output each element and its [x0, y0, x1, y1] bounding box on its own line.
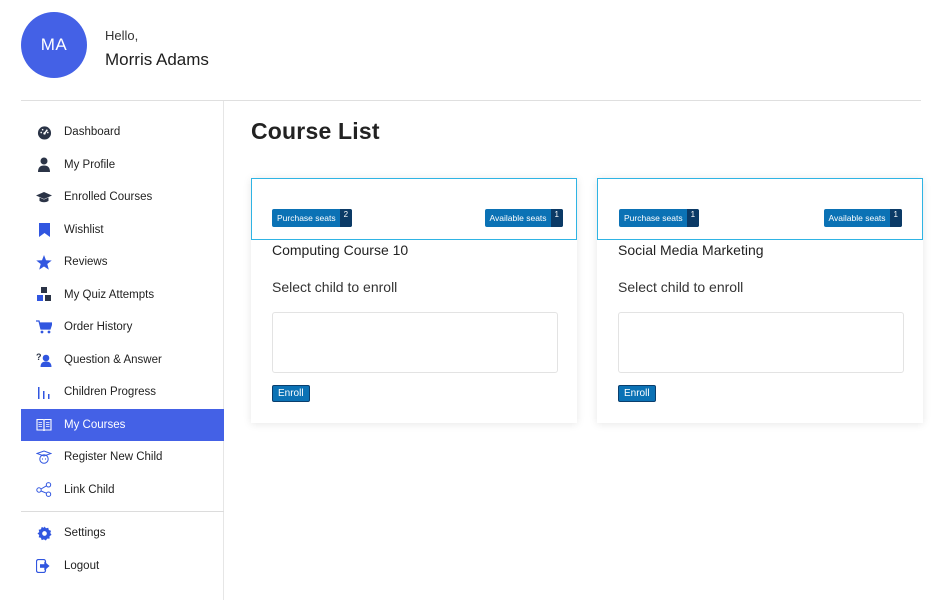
- sidebar-item-label: Reviews: [64, 256, 108, 269]
- bookmark-icon: [36, 222, 52, 238]
- question-answer-icon: ?: [36, 352, 52, 368]
- sidebar-item-register-new-child[interactable]: Register New Child: [21, 441, 224, 474]
- sidebar-item-reviews[interactable]: Reviews: [21, 246, 224, 279]
- enroll-button[interactable]: Enroll: [272, 385, 310, 402]
- course-card-header: Purchase seats 2 Available seats 1: [251, 178, 577, 240]
- sidebar-item-order-history[interactable]: Order History: [21, 311, 224, 344]
- sidebar-item-link-child[interactable]: Link Child: [21, 474, 224, 507]
- greeting: Hello,: [105, 28, 139, 43]
- available-seats-badge: Available seats 1: [484, 209, 563, 227]
- sidebar-item-label: Wishlist: [64, 223, 104, 236]
- cart-icon: [36, 319, 52, 335]
- sidebar-item-question-answer[interactable]: ? Question & Answer: [21, 344, 224, 377]
- sidebar-item-settings[interactable]: Settings: [21, 517, 224, 550]
- dashboard-icon: [36, 124, 52, 140]
- available-seats-badge: Available seats 1: [823, 209, 902, 227]
- purchase-seats-label: Purchase seats: [277, 213, 336, 223]
- header-divider: [21, 100, 921, 101]
- course-card: Purchase seats 1 Available seats 1 Socia…: [597, 178, 923, 423]
- avatar[interactable]: MA: [21, 12, 87, 78]
- avatar-initials: MA: [40, 35, 68, 54]
- progress-bars-icon: [36, 384, 52, 400]
- book-icon: [36, 417, 52, 433]
- sidebar: Dashboard My Profile Enrolled Courses Wi…: [21, 116, 224, 582]
- share-link-icon: [36, 482, 52, 498]
- available-seats-count: 1: [889, 209, 902, 227]
- purchase-seats-badge: Purchase seats 2: [272, 209, 353, 227]
- sidebar-item-label: My Quiz Attempts: [64, 288, 155, 301]
- course-card-header: Purchase seats 1 Available seats 1: [597, 178, 923, 240]
- child-select-box[interactable]: [618, 312, 904, 373]
- sidebar-item-label: My Courses: [64, 418, 126, 431]
- purchase-seats-count: 1: [686, 209, 700, 227]
- sidebar-separator: [21, 511, 224, 512]
- quiz-cubes-icon: [36, 287, 52, 303]
- main-content: Course List: [251, 118, 380, 145]
- course-title[interactable]: Social Media Marketing: [618, 242, 764, 258]
- sidebar-item-label: Question & Answer: [64, 353, 162, 366]
- sidebar-item-label: Order History: [64, 321, 133, 334]
- child-icon: [36, 449, 52, 465]
- sidebar-item-label: Dashboard: [64, 126, 121, 139]
- logout-icon: [36, 558, 52, 574]
- course-card: Purchase seats 2 Available seats 1 Compu…: [251, 178, 577, 423]
- sidebar-item-label: Logout: [64, 559, 100, 572]
- sidebar-item-label: Enrolled Courses: [64, 191, 153, 204]
- sidebar-item-label: My Profile: [64, 158, 116, 171]
- gear-icon: [36, 525, 52, 541]
- sidebar-item-my-quiz-attempts[interactable]: My Quiz Attempts: [21, 279, 224, 312]
- graduation-cap-icon: [36, 189, 52, 205]
- sidebar-item-label: Settings: [64, 527, 106, 540]
- user-name: Morris Adams: [105, 50, 209, 69]
- sidebar-item-wishlist[interactable]: Wishlist: [21, 214, 224, 247]
- purchase-seats-badge: Purchase seats 1: [619, 209, 700, 227]
- available-seats-count: 1: [550, 209, 563, 227]
- sidebar-item-label: Register New Child: [64, 451, 163, 464]
- available-seats-label: Available seats: [489, 213, 547, 223]
- star-icon: [36, 254, 52, 270]
- sidebar-item-my-profile[interactable]: My Profile: [21, 149, 224, 182]
- child-select-box[interactable]: [272, 312, 558, 373]
- sidebar-item-children-progress[interactable]: Children Progress: [21, 376, 224, 409]
- page-title: Course List: [251, 118, 380, 144]
- available-seats-label: Available seats: [828, 213, 886, 223]
- purchase-seats-count: 2: [339, 209, 353, 227]
- purchase-seats-label: Purchase seats: [624, 213, 683, 223]
- sidebar-item-my-courses[interactable]: My Courses: [21, 408, 224, 441]
- svg-text:?: ?: [36, 352, 42, 362]
- sidebar-item-label: Children Progress: [64, 386, 157, 399]
- course-title[interactable]: Computing Course 10: [272, 242, 408, 258]
- select-child-label: Select child to enroll: [272, 279, 398, 295]
- sidebar-item-label: Link Child: [64, 483, 115, 496]
- user-icon: [36, 157, 52, 173]
- select-child-label: Select child to enroll: [618, 279, 744, 295]
- enroll-button[interactable]: Enroll: [618, 385, 656, 402]
- user-header: MA Hello, Morris Adams: [0, 0, 936, 100]
- sidebar-item-dashboard[interactable]: Dashboard: [21, 116, 224, 149]
- sidebar-item-logout[interactable]: Logout: [21, 550, 224, 583]
- sidebar-item-enrolled-courses[interactable]: Enrolled Courses: [21, 181, 224, 214]
